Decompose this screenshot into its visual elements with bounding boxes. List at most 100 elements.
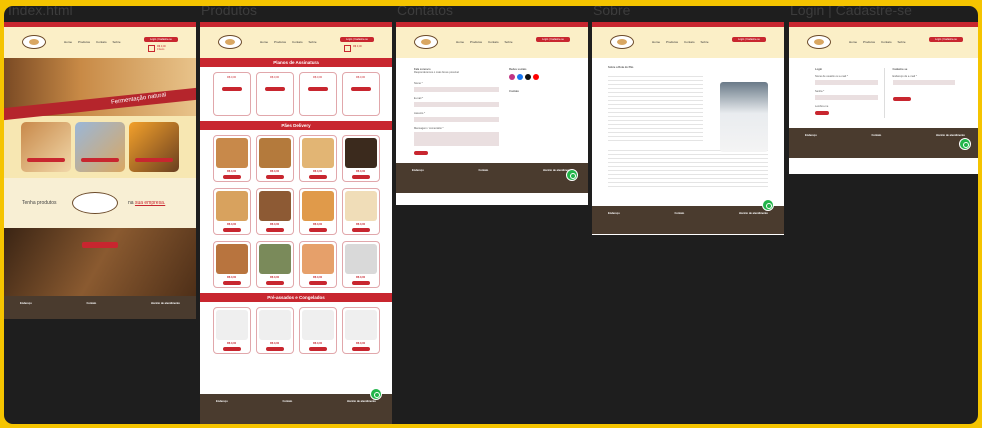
logo[interactable] [218,35,242,49]
add-button[interactable] [265,281,284,285]
nav-home[interactable]: Home [260,40,268,44]
nav-produtos[interactable]: Produtos [470,40,482,44]
product-image [215,138,248,168]
add-button[interactable] [308,175,327,179]
add-button[interactable] [265,347,284,351]
tile-button[interactable] [27,158,65,162]
plan-button[interactable] [221,87,242,91]
logo[interactable] [22,35,46,49]
promo-link[interactable]: sua empresa. [135,200,165,206]
facebook-icon[interactable] [517,74,524,80]
nav-contato[interactable]: Contato [684,40,695,44]
add-button[interactable] [265,228,284,232]
send-button[interactable] [414,151,428,155]
promo-section: Tenha produtos na sua empresa. [4,178,196,228]
nav-contato[interactable]: Contato [488,40,499,44]
subject-field[interactable] [414,117,500,122]
login-button[interactable]: Login | Cadastre-se [536,37,570,42]
category-tile[interactable] [21,122,71,172]
register-column: Cadastre-se Endereço de e-mail * [892,68,955,118]
plan-button[interactable] [350,87,371,91]
add-button[interactable] [222,347,241,351]
plan-button[interactable] [264,87,285,91]
login-email-field[interactable] [815,80,878,85]
logo[interactable] [807,35,831,49]
nav-sobre[interactable]: Sobre [701,40,709,44]
whatsapp-icon[interactable] [959,138,971,150]
product-image [258,310,291,340]
nav-contato[interactable]: Contato [292,40,303,44]
nav-home[interactable]: Home [64,40,72,44]
logo[interactable] [414,35,438,49]
whatsapp-icon[interactable] [370,388,382,400]
instagram-icon[interactable] [509,74,516,80]
login-password-field[interactable] [815,95,878,100]
add-button[interactable] [351,281,370,285]
nav-sobre[interactable]: Sobre [898,40,906,44]
product-image [344,191,377,221]
nav-contato[interactable]: Contato [881,40,892,44]
category-tile[interactable] [129,122,179,172]
add-button[interactable] [351,228,370,232]
add-button[interactable] [222,228,241,232]
tile-button[interactable] [81,158,119,162]
footer: Endereço Contato Horário de atendimento [592,206,784,234]
add-button[interactable] [351,347,370,351]
promo-text-2: na sua empresa. [128,200,166,206]
nav-sobre[interactable]: Sobre [309,40,317,44]
nav-produtos[interactable]: Produtos [666,40,678,44]
message-field[interactable] [414,132,500,146]
cart[interactable]: R$ 0,00 0 itens [148,45,174,52]
register-email-field[interactable] [892,80,955,85]
name-field[interactable] [414,87,500,92]
add-button[interactable] [222,175,241,179]
nav-produtos[interactable]: Produtos [274,40,286,44]
login-button[interactable]: Login | Cadastre-se [144,37,178,42]
delivery-grid: R$ 0,00 R$ 0,00 R$ 0,00 R$ 0,00 R$ 0,00 … [200,130,392,293]
login-submit-button[interactable] [815,111,829,115]
page-produtos: Home Produtos Contato Sobre Login | Cada… [200,22,392,424]
nav-contato[interactable]: Contato [96,40,107,44]
whatsapp-icon[interactable] [762,199,774,211]
add-button[interactable] [308,281,327,285]
whatsapp-icon[interactable] [566,169,578,181]
register-title: Cadastre-se [892,68,908,71]
nav-home[interactable]: Home [849,40,857,44]
remember-checkbox[interactable]: Lembre-me [815,105,878,108]
header: Home Produtos Contato Sobre Login | Cada… [200,27,392,58]
login-button[interactable]: Login | Cadastre-se [340,37,374,42]
product-card: R$ 0,00 [255,188,294,235]
product-image [258,191,291,221]
add-button[interactable] [308,347,327,351]
logo[interactable] [610,35,634,49]
nav-home[interactable]: Home [456,40,464,44]
add-button[interactable] [265,175,284,179]
tile-button[interactable] [135,158,173,162]
subject-label: Assunto * [414,112,426,115]
login-button[interactable]: Login | Cadastre-se [732,37,766,42]
about-text [608,73,703,141]
plan-button[interactable] [307,87,328,91]
bakery-banner [4,228,196,296]
add-button[interactable] [351,175,370,179]
cart[interactable]: R$ 0,00 [344,45,370,52]
tiktok-icon[interactable] [525,74,532,80]
nav-home[interactable]: Home [652,40,660,44]
login-button[interactable]: Login | Cadastre-se [929,37,963,42]
bakery-button[interactable] [82,242,118,248]
main-nav: Home Produtos Contato Sobre [64,40,121,44]
footer-hours-title: Horário de atendimento [738,212,768,215]
category-tile[interactable] [75,122,125,172]
nav-produtos[interactable]: Produtos [78,40,90,44]
add-button[interactable] [222,281,241,285]
nav-sobre[interactable]: Sobre [113,40,121,44]
product-card: R$ 0,00 [298,307,337,354]
hero-banner: Fermentação natural [4,58,196,121]
email-field[interactable] [414,102,500,107]
register-submit-button[interactable] [892,97,911,101]
plans-grid: R$ 0,00 R$ 0,00 R$ 0,00 R$ 0,00 [200,67,392,121]
youtube-icon[interactable] [533,74,540,80]
nav-sobre[interactable]: Sobre [505,40,513,44]
add-button[interactable] [308,228,327,232]
nav-produtos[interactable]: Produtos [863,40,875,44]
